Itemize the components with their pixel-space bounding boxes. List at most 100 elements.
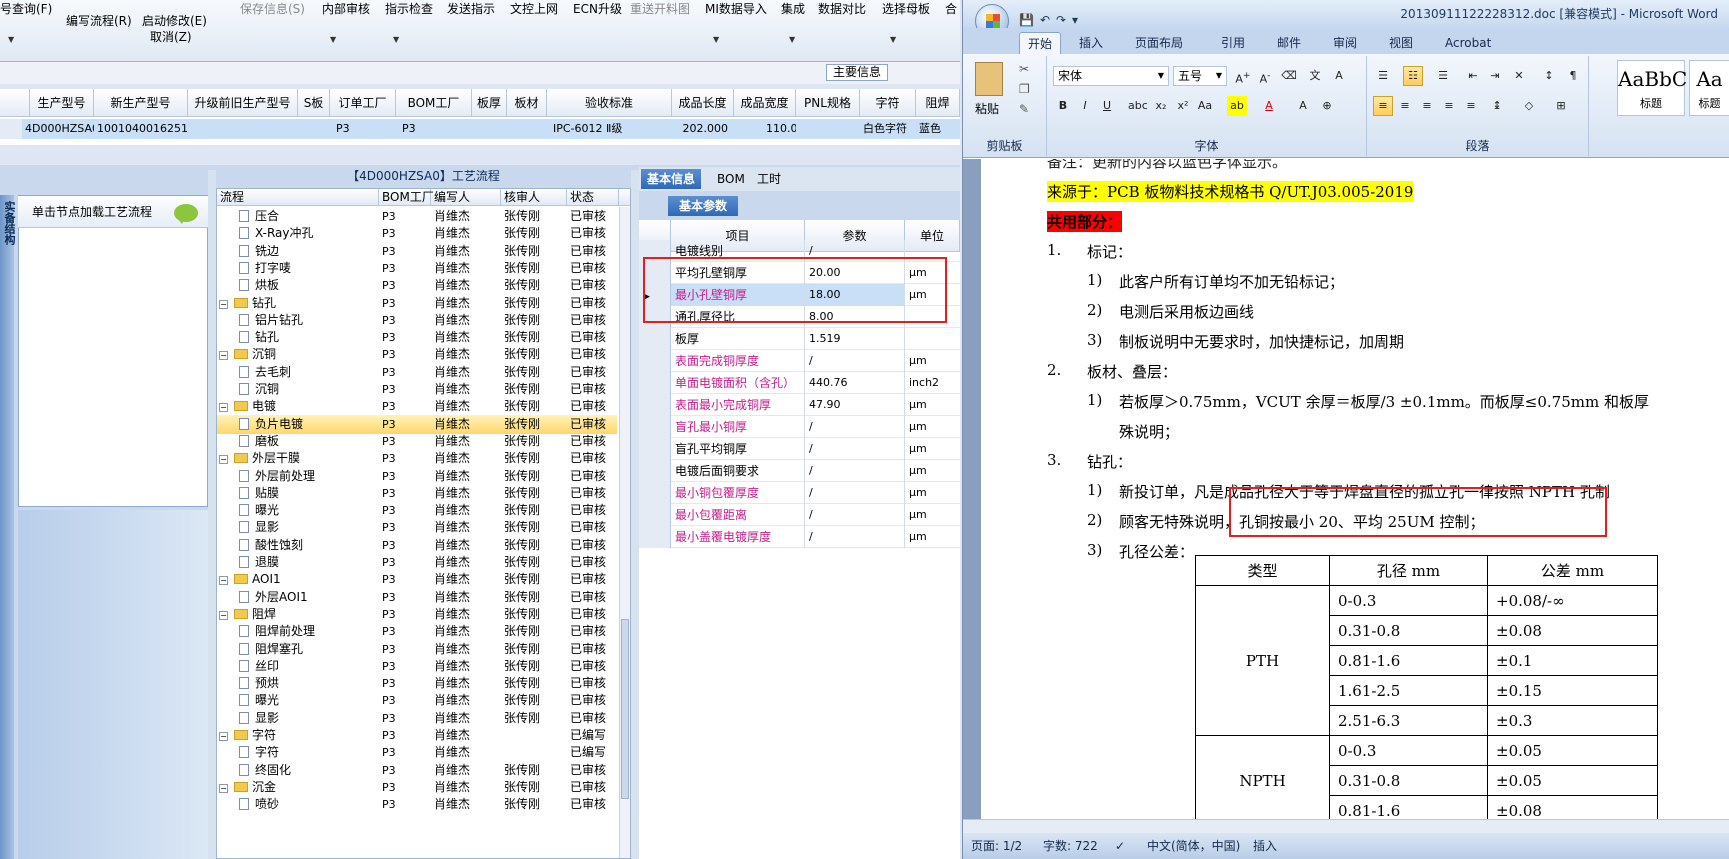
collapse-icon[interactable]: − [219, 576, 228, 586]
tree-node[interactable]: − 外层干膜 [219, 449, 379, 468]
cell[interactable] [796, 119, 860, 139]
copy-icon[interactable]: ❐ [1019, 82, 1030, 96]
grow-font-icon[interactable]: A+ [1233, 66, 1253, 86]
compare-button[interactable]: 数据对比 [818, 0, 866, 17]
integrate-button[interactable]: 集成 ▼ [781, 0, 805, 44]
splitter[interactable] [208, 170, 216, 859]
param-row[interactable]: 盲孔平均铜厚 / μm [639, 438, 960, 460]
tree-node[interactable]: 钻孔 [239, 328, 379, 347]
increase-indent-icon[interactable]: ⇥ [1485, 66, 1505, 86]
tree-node[interactable]: 去毛刺 [239, 363, 379, 382]
collapse-icon[interactable]: − [219, 783, 228, 793]
tree-row[interactable]: 沉铜 P3 肖维杰 张传刚 已审核 [217, 380, 617, 399]
tree-node[interactable]: 烘板 [239, 276, 379, 295]
line-spacing-icon[interactable]: ↨ [1487, 96, 1507, 116]
tree-row[interactable]: 预烘 P3 肖维杰 张传刚 已审核 [217, 674, 617, 693]
tab-mailings[interactable]: 邮件 [1269, 32, 1309, 54]
tree-node[interactable]: 曝光 [239, 691, 379, 710]
style-heading-2[interactable]: Aa 标题 [1689, 60, 1729, 116]
cell[interactable] [188, 119, 298, 139]
highlight-icon[interactable]: ab [1227, 96, 1247, 116]
mi-import-button[interactable]: MI数据导入 ▼ [705, 0, 767, 44]
tree-row[interactable]: X-Ray冲孔 P3 肖维杰 张传刚 已审核 [217, 224, 617, 243]
tab-basic-params[interactable]: 基本参数 [668, 196, 738, 216]
tab-references[interactable]: 引用 [1213, 32, 1253, 54]
tree-node[interactable]: 预烘 [239, 674, 379, 693]
cell[interactable]: P3 [396, 119, 472, 139]
cell[interactable]: 10010400162519 [94, 119, 188, 139]
start-modify-button[interactable]: 启动修改(E) [142, 12, 207, 29]
param-value[interactable]: / [805, 526, 905, 548]
font-name-select[interactable]: 宋体 ▼ [1053, 66, 1169, 86]
tree-node[interactable]: − 阻焊 [219, 605, 379, 624]
tree-row[interactable]: 烘板 P3 肖维杰 张传刚 已审核 [217, 276, 617, 295]
show-marks-icon[interactable]: ¶ [1563, 66, 1583, 86]
tree-node[interactable]: 丝印 [239, 657, 379, 676]
tree-node[interactable]: 打字唛 [239, 259, 379, 278]
tree-node[interactable]: − 沉铜 [219, 345, 379, 364]
decrease-indent-icon[interactable]: ⇤ [1463, 66, 1483, 86]
align-center-icon[interactable]: ≡ [1395, 96, 1415, 116]
multilevel-list-icon[interactable]: ☰ [1433, 66, 1453, 86]
col-header[interactable]: 阻焊 [916, 89, 960, 117]
select-master-button[interactable]: 选择母板 ▼ [882, 0, 930, 44]
tree-node[interactable]: 终固化 [239, 761, 379, 780]
col-header[interactable]: 成品长度 [672, 89, 734, 117]
collapse-icon[interactable]: − [219, 610, 228, 620]
param-value[interactable]: / [805, 460, 905, 482]
shrink-font-icon[interactable]: A- [1255, 66, 1275, 86]
col-header[interactable]: 成品宽度 [734, 89, 796, 117]
param-row[interactable]: 电镀后面铜要求 / μm [639, 460, 960, 482]
cancel-button[interactable]: 取消(Z) [150, 28, 192, 45]
more-button[interactable]: 合 [945, 0, 957, 17]
tree-node[interactable]: 磨板 [239, 432, 379, 451]
clear-format-icon[interactable]: ⌫ [1279, 66, 1299, 86]
param-value[interactable]: / [805, 504, 905, 526]
collapse-icon[interactable]: − [219, 455, 228, 465]
param-row[interactable]: 表面完成铜厚度 / μm [639, 350, 960, 372]
subscript-icon[interactable]: x₂ [1151, 96, 1171, 116]
col-header[interactable]: 订单工厂 [330, 89, 396, 117]
cell[interactable]: 4D000HZSA0 [22, 119, 96, 139]
col-header[interactable]: PNL规格 [796, 89, 860, 117]
tab-worktime[interactable]: 工时 [751, 169, 787, 189]
tree-node[interactable]: 外层前处理 [239, 467, 379, 486]
doc-online-button[interactable]: 文控上网 [510, 0, 558, 17]
tab-acrobat[interactable]: Acrobat [1437, 32, 1499, 54]
phonetic-icon[interactable]: 文 [1305, 66, 1325, 86]
underline-icon[interactable]: U [1097, 96, 1117, 116]
param-row[interactable]: 盲孔最小铜厚 / μm [639, 416, 960, 438]
tree-node[interactable]: 压合 [239, 207, 379, 226]
asian-layout-icon[interactable]: ✕ [1509, 66, 1529, 86]
col-header[interactable]: 核审人 [501, 189, 567, 206]
tree-row[interactable]: 磨板 P3 肖维杰 张传刚 已审核 [217, 432, 617, 451]
param-row[interactable]: 单面电镀面积（含孔） 440.76 inch2 [639, 372, 960, 394]
edit-flow-button[interactable]: 编写流程(R) [66, 12, 132, 29]
paste-icon[interactable] [975, 62, 1003, 96]
tree-row[interactable]: 终固化 P3 肖维杰 张传刚 已审核 [217, 761, 617, 780]
param-value[interactable]: 440.76 [805, 372, 905, 394]
tree-row[interactable]: 字符 P3 肖维杰 已编写 [217, 743, 617, 762]
tree-row[interactable]: 打字唛 P3 肖维杰 张传刚 已审核 [217, 259, 617, 278]
tree-row[interactable]: 钻孔 P3 肖维杰 张传刚 已审核 [217, 328, 617, 347]
word-count[interactable]: 字数: 722 [1043, 833, 1098, 859]
cell[interactable]: IPC-6012 Ⅱ级 [547, 119, 672, 139]
tree-node[interactable]: 曝光 [239, 501, 379, 520]
tree-node[interactable]: − AOI1 [219, 570, 379, 589]
page-count[interactable]: 页面: 1/2 [971, 833, 1022, 859]
col-header[interactable]: S板 [298, 89, 330, 117]
param-value[interactable]: / [805, 350, 905, 372]
tree-node[interactable]: 喷砂 [239, 795, 379, 814]
ecn-upgrade-button[interactable]: ECN升级 [573, 0, 622, 17]
tree-row[interactable]: 负片电镀 P3 肖维杰 张传刚 已审核 [217, 414, 617, 434]
tree-row[interactable]: 外层前处理 P3 肖维杰 张传刚 已审核 [217, 467, 617, 486]
tree-node[interactable]: 阻焊塞孔 [239, 640, 379, 659]
tree-row[interactable]: 丝印 P3 肖维杰 张传刚 已审核 [217, 657, 617, 676]
param-row[interactable]: 最小盖覆电镀厚度 / μm [639, 526, 960, 548]
tree-node[interactable]: 沉铜 [239, 380, 379, 399]
align-left-icon[interactable]: ≡ [1373, 96, 1393, 116]
side-tab[interactable]: 实备结构 [0, 195, 16, 859]
col-header[interactable]: 字符 [860, 89, 916, 117]
tree-node[interactable]: 铣边 [239, 242, 379, 261]
cell[interactable] [472, 119, 547, 139]
